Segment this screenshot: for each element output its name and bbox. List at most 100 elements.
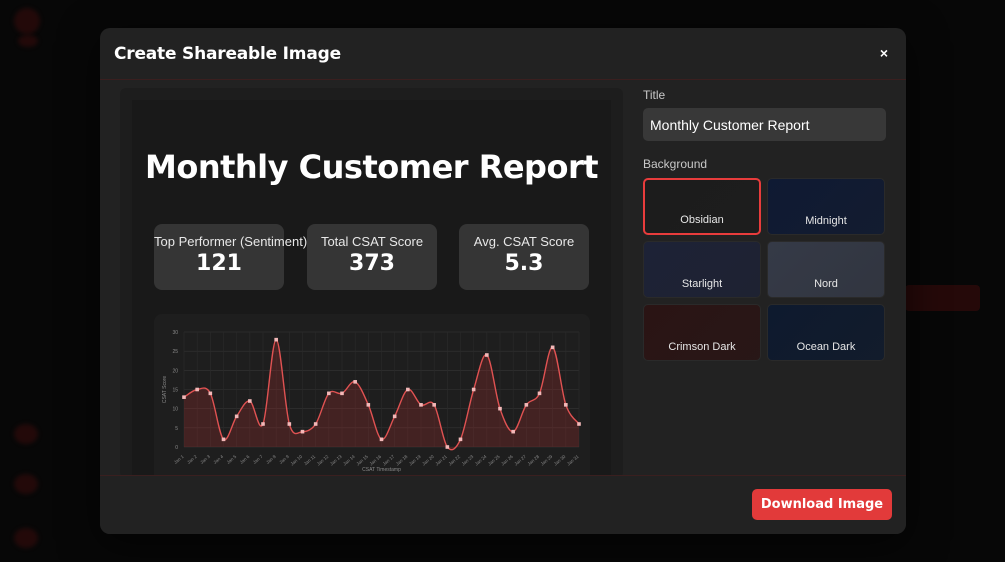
data-point — [234, 414, 239, 419]
x-tick-label: Jan 12 — [316, 454, 330, 467]
y-tick-label: 10 — [172, 407, 178, 413]
x-tick-label: Jan 11 — [303, 454, 317, 467]
background-option-midnight[interactable]: Midnight — [767, 178, 885, 235]
data-point — [524, 403, 529, 407]
background-decoration — [18, 35, 38, 47]
background-option-label: Midnight — [805, 215, 847, 227]
stat-card-top-performer: Top Performer (Sentiment) 121 — [154, 224, 307, 290]
data-point — [248, 399, 252, 403]
data-point — [577, 422, 581, 426]
y-tick-label: 5 — [175, 426, 178, 432]
close-icon[interactable]: × — [876, 44, 892, 62]
y-tick-label: 25 — [172, 349, 178, 355]
x-tick-label: Jan 18 — [395, 454, 409, 467]
x-tick-label: Jan 17 — [382, 454, 396, 467]
y-tick-label: 15 — [172, 388, 178, 394]
background-decoration — [14, 528, 38, 548]
data-point — [287, 422, 292, 426]
data-point — [498, 406, 502, 411]
x-tick-label: Jan 30 — [553, 454, 567, 467]
y-tick-label: 20 — [172, 368, 178, 374]
image-preview: Monthly Customer Report Top Performer (S… — [120, 88, 623, 478]
x-tick-label: Jan 20 — [421, 454, 435, 467]
x-tick-label: Jan 23 — [461, 454, 475, 467]
background-option-label: Obsidian — [680, 214, 724, 226]
background-label: Background — [643, 157, 708, 171]
background-option-label: Ocean Dark — [796, 341, 856, 353]
background-option-crimson-dark[interactable]: Crimson Dark — [643, 304, 761, 361]
y-tick-label: 30 — [172, 330, 178, 336]
data-point — [208, 391, 213, 396]
data-point — [327, 391, 331, 396]
background-decoration — [14, 8, 40, 34]
data-point — [550, 345, 555, 350]
data-point — [353, 380, 357, 384]
x-tick-label: Jan 15 — [355, 454, 369, 467]
x-tick-label: Jan 13 — [329, 454, 343, 467]
stat-label: Total CSAT Score — [320, 234, 424, 249]
data-point — [182, 395, 186, 399]
data-point — [261, 422, 265, 426]
data-point — [458, 437, 463, 442]
background-options: Obsidian Midnight Starlight Nord Crimson… — [643, 178, 886, 361]
background-option-label: Starlight — [681, 278, 723, 290]
data-point — [313, 422, 318, 426]
background-decoration — [905, 285, 980, 311]
stat-value: 5.3 — [504, 251, 544, 276]
x-tick-label: Jan 19 — [408, 454, 422, 467]
data-point — [537, 391, 542, 396]
data-point — [445, 445, 450, 449]
csat-chart: 0 5 10 15 20 25 30 Jan 1 Jan 2 Jan 3 Jan 4 Jan 5 Jan… — [154, 314, 590, 478]
data-point — [195, 387, 199, 392]
x-tick-label: Jan 9 — [278, 454, 290, 465]
data-point — [564, 403, 568, 407]
x-tick-label: Jan 3 — [199, 454, 211, 465]
stat-label: Avg. CSAT Score — [473, 234, 575, 249]
stat-card-total-csat: Total CSAT Score 373 — [307, 224, 437, 290]
y-tick-label: 0 — [175, 445, 178, 451]
modal-header: Create Shareable Image × — [100, 28, 906, 80]
background-decoration — [14, 474, 38, 494]
background-option-label: Crimson Dark — [668, 341, 736, 353]
x-tick-label: Jan 5 — [226, 454, 238, 465]
x-tick-label: Jan 24 — [474, 454, 488, 467]
x-tick-label: Jan 21 — [434, 454, 448, 467]
data-point — [300, 429, 305, 434]
data-point — [221, 437, 226, 442]
title-input[interactable] — [643, 108, 886, 141]
data-point — [511, 429, 515, 434]
data-point — [471, 387, 476, 392]
download-image-button[interactable]: Download Image — [752, 489, 892, 520]
x-tick-label: Jan 4 — [212, 454, 224, 465]
x-tick-label: Jan 26 — [500, 454, 514, 467]
x-tick-label: Jan 16 — [369, 454, 383, 467]
stat-value: 121 — [196, 251, 242, 276]
share-image-modal: Create Shareable Image × Monthly Custome… — [100, 28, 906, 534]
background-option-ocean-dark[interactable]: Ocean Dark — [767, 304, 885, 361]
x-tick-label: Jan 7 — [252, 454, 264, 465]
x-tick-label: Jan 2 — [186, 454, 198, 465]
background-option-label: Nord — [814, 278, 838, 290]
x-tick-label: Jan 8 — [265, 454, 277, 465]
background-decoration — [14, 424, 38, 444]
data-point — [392, 414, 397, 419]
data-point — [406, 387, 410, 392]
background-option-nord[interactable]: Nord — [767, 241, 885, 298]
x-tick-label: Jan 27 — [513, 454, 527, 467]
data-point — [274, 337, 278, 342]
x-tick-label: Jan 10 — [290, 454, 304, 467]
data-point — [366, 403, 371, 407]
stat-value: 373 — [349, 251, 395, 276]
background-option-obsidian[interactable]: Obsidian — [643, 178, 761, 235]
x-tick-label: Jan 28 — [527, 454, 541, 467]
report-title: Monthly Customer Report — [144, 148, 599, 186]
x-tick-label: Jan 29 — [540, 454, 554, 467]
modal-title: Create Shareable Image — [114, 44, 341, 64]
y-axis-label: CSAT Score — [162, 376, 168, 404]
data-point — [432, 403, 436, 407]
background-option-starlight[interactable]: Starlight — [643, 241, 761, 298]
x-tick-label: Jan 31 — [566, 454, 580, 467]
x-tick-label: Jan 22 — [448, 454, 462, 467]
settings-panel: Title Background Obsidian Midnight Starl… — [643, 88, 886, 361]
x-axis-label: CSAT Timestamp — [362, 467, 401, 473]
